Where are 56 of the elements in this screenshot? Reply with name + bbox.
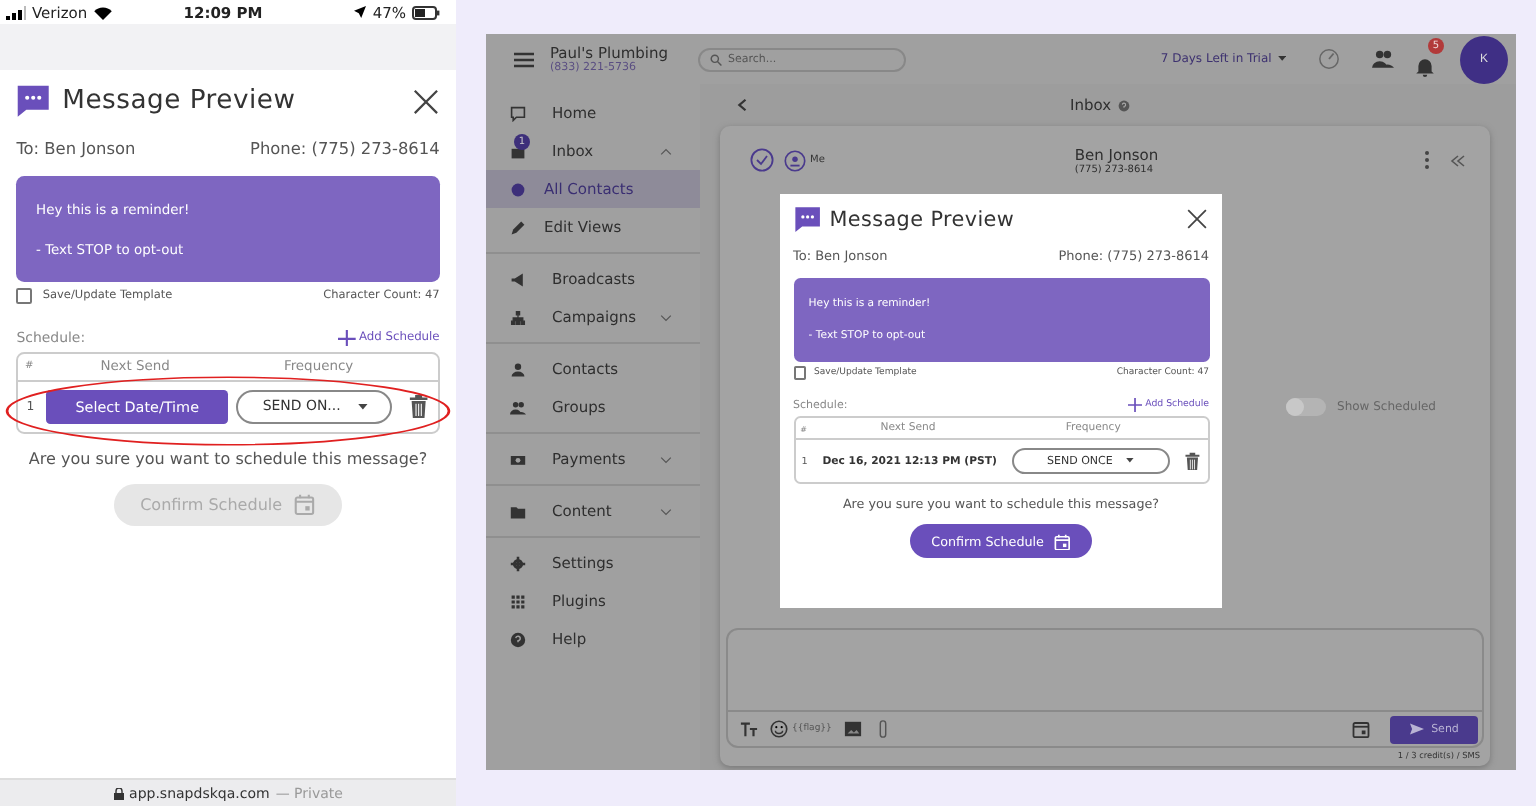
caret-icon	[1277, 56, 1286, 62]
trash-icon[interactable]	[1183, 451, 1201, 471]
dialog-title: Message Preview	[62, 86, 298, 117]
battery-icon	[411, 5, 440, 19]
checkbox[interactable]	[793, 366, 806, 380]
folder-icon	[510, 503, 526, 519]
help-icon	[510, 631, 526, 647]
caret-icon	[357, 403, 368, 410]
grid-icon	[510, 593, 526, 609]
hierarchy-icon	[510, 309, 526, 325]
chevron-down-icon	[660, 455, 672, 463]
lock-icon	[113, 787, 124, 799]
chat-icon	[793, 205, 821, 233]
confirmation-question: Are you sure you want to schedule this message?	[26, 450, 430, 469]
back-icon[interactable]	[736, 98, 748, 112]
caret-icon	[1126, 458, 1134, 464]
person-icon	[510, 361, 526, 377]
plus-icon	[337, 329, 356, 347]
chat-icon	[510, 105, 526, 121]
menu-icon[interactable]	[514, 51, 534, 67]
emoji-icon[interactable]	[770, 720, 788, 738]
plus-icon	[1128, 398, 1143, 413]
pencil-icon	[510, 219, 526, 235]
recipient-phone: Phone: (775) 273-8614	[250, 138, 440, 159]
money-icon	[510, 451, 526, 467]
wifi-icon	[93, 5, 112, 19]
calendar-icon[interactable]	[1352, 720, 1370, 738]
person-icon	[784, 149, 806, 171]
calendar-icon	[294, 494, 316, 516]
trash-icon[interactable]	[408, 394, 430, 419]
send-icon	[1409, 722, 1424, 736]
people-icon	[510, 399, 526, 415]
chevron-up-icon	[660, 147, 672, 155]
checkbox[interactable]	[16, 288, 33, 305]
chevron-down-icon	[660, 507, 672, 515]
close-icon[interactable]	[1186, 208, 1209, 231]
megaphone-icon	[510, 271, 526, 287]
text-format-icon[interactable]	[740, 720, 758, 738]
check-circle-icon[interactable]	[750, 148, 774, 172]
close-icon[interactable]	[411, 88, 440, 116]
image-icon[interactable]	[843, 720, 862, 738]
collapse-icon[interactable]	[1450, 153, 1466, 167]
recipient-name: To: Ben Jonson	[16, 138, 136, 159]
bell-icon[interactable]	[1414, 56, 1436, 78]
people-icon[interactable]	[1372, 48, 1394, 70]
search-icon	[710, 53, 722, 65]
location-icon	[354, 6, 367, 18]
calendar-icon	[1054, 533, 1071, 550]
dot-icon	[510, 181, 526, 197]
signal-icon	[6, 5, 26, 19]
toggle-switch[interactable]	[1285, 398, 1326, 416]
dialog-title: Message Preview	[829, 207, 1017, 232]
chat-icon	[16, 84, 51, 120]
more-icon[interactable]	[1424, 150, 1430, 170]
chevron-down-icon	[660, 313, 672, 321]
help-icon[interactable]	[1117, 99, 1130, 111]
